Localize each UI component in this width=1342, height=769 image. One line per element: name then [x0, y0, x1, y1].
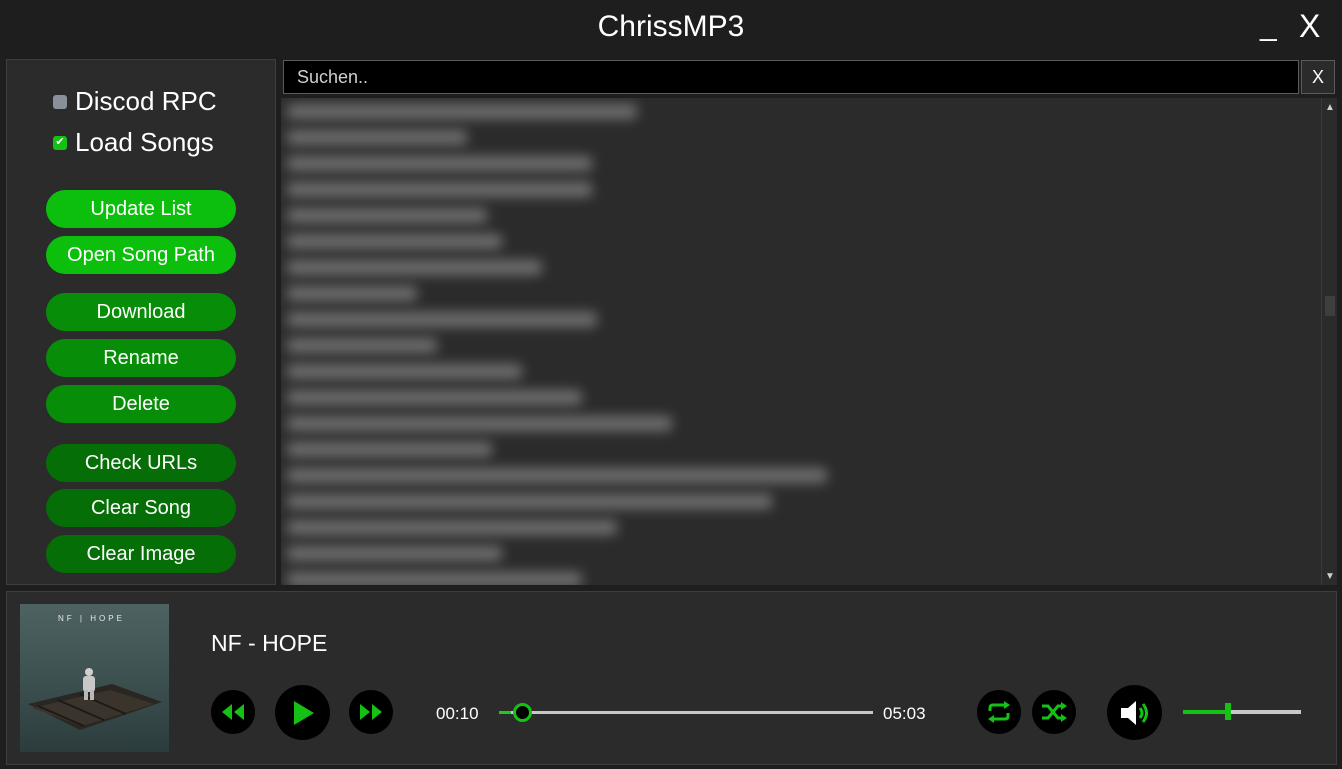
window-title: ChrissMP3: [597, 10, 745, 43]
blurred-song-name: [287, 468, 827, 483]
progress-slider[interactable]: [499, 703, 873, 722]
blurred-song-name: [287, 260, 542, 275]
load-songs-checkbox[interactable]: ✔ Load Songs: [53, 127, 214, 158]
blurred-song-name: [287, 520, 617, 535]
player-bar: NF | HOPE NF - HOPE 00:10 05:03: [6, 591, 1337, 765]
download-button[interactable]: Download: [46, 293, 236, 331]
check-urls-button[interactable]: Check URLs: [46, 444, 236, 482]
list-item[interactable]: [281, 358, 1321, 384]
load-songs-label: Load Songs: [75, 127, 214, 157]
list-item[interactable]: [281, 332, 1321, 358]
scroll-thumb[interactable]: [1325, 296, 1335, 316]
blurred-song-name: [287, 390, 582, 405]
blurred-song-name: [287, 130, 467, 145]
blurred-song-name: [287, 494, 772, 509]
song-list[interactable]: [281, 98, 1321, 585]
blurred-song-name: [287, 416, 672, 431]
blurred-song-name: [287, 442, 492, 457]
list-item[interactable]: [281, 566, 1321, 585]
list-item[interactable]: [281, 98, 1321, 124]
play-button[interactable]: [275, 685, 330, 740]
sidebar: Discod RPC ✔ Load Songs Update List Open…: [6, 59, 276, 585]
close-button[interactable]: X: [1299, 6, 1320, 46]
minimize-button[interactable]: _: [1260, 6, 1277, 46]
speaker-icon: [1120, 700, 1148, 725]
discord-rpc-checkbox[interactable]: Discod RPC: [53, 86, 217, 117]
total-time: 05:03: [883, 704, 926, 723]
list-item[interactable]: [281, 176, 1321, 202]
repeat-button[interactable]: [977, 690, 1021, 734]
blurred-song-name: [287, 104, 637, 119]
checkbox-unchecked-icon[interactable]: [53, 94, 67, 109]
list-item[interactable]: [281, 280, 1321, 306]
shuffle-icon: [1042, 702, 1067, 722]
list-item[interactable]: [281, 540, 1321, 566]
search-input[interactable]: [283, 60, 1299, 94]
blurred-song-name: [287, 572, 582, 585]
scroll-down-icon[interactable]: ▼: [1322, 569, 1338, 583]
album-cover: NF | HOPE: [20, 604, 169, 752]
update-list-button[interactable]: Update List: [46, 190, 236, 228]
list-item[interactable]: [281, 462, 1321, 488]
previous-button[interactable]: [211, 690, 255, 734]
list-item[interactable]: [281, 384, 1321, 410]
discord-rpc-label: Discod RPC: [75, 86, 217, 116]
list-item[interactable]: [281, 514, 1321, 540]
blurred-song-name: [287, 312, 597, 327]
list-item[interactable]: [281, 228, 1321, 254]
blurred-song-name: [287, 364, 522, 379]
list-item[interactable]: [281, 202, 1321, 228]
list-item[interactable]: [281, 488, 1321, 514]
fast-forward-icon: [360, 704, 382, 720]
list-item[interactable]: [281, 410, 1321, 436]
repeat-icon: [988, 701, 1010, 723]
next-button[interactable]: [349, 690, 393, 734]
raft-illustration: [28, 668, 162, 730]
volume-fill: [1183, 710, 1228, 714]
current-time: 00:10: [436, 704, 479, 723]
open-song-path-button[interactable]: Open Song Path: [46, 236, 236, 274]
clear-image-button[interactable]: Clear Image: [46, 535, 236, 573]
volume-slider[interactable]: [1183, 703, 1301, 720]
rewind-icon: [222, 704, 244, 720]
list-item[interactable]: [281, 254, 1321, 280]
clear-song-button[interactable]: Clear Song: [46, 489, 236, 527]
play-icon: [293, 700, 314, 725]
checkbox-checked-icon[interactable]: ✔: [53, 135, 67, 150]
list-item[interactable]: [281, 150, 1321, 176]
song-title: NF - HOPE: [211, 630, 328, 656]
list-item[interactable]: [281, 306, 1321, 332]
blurred-song-name: [287, 182, 592, 197]
blurred-song-name: [287, 546, 502, 561]
volume-button[interactable]: [1107, 685, 1162, 740]
blurred-song-name: [287, 286, 417, 301]
song-list-scrollbar[interactable]: ▲ ▼: [1321, 98, 1337, 585]
list-item[interactable]: [281, 436, 1321, 462]
blurred-song-name: [287, 208, 487, 223]
rename-button[interactable]: Rename: [46, 339, 236, 377]
search-clear-button[interactable]: X: [1301, 60, 1335, 94]
blurred-song-name: [287, 338, 437, 353]
title-bar: ChrissMP3 _ X: [0, 0, 1342, 54]
blurred-song-name: [287, 156, 592, 171]
scroll-up-icon[interactable]: ▲: [1322, 100, 1338, 114]
progress-fill: [499, 711, 512, 714]
delete-button[interactable]: Delete: [46, 385, 236, 423]
blurred-song-name: [287, 234, 502, 249]
shuffle-button[interactable]: [1032, 690, 1076, 734]
progress-knob[interactable]: [513, 703, 533, 722]
volume-knob[interactable]: [1224, 703, 1231, 720]
list-item[interactable]: [281, 124, 1321, 150]
